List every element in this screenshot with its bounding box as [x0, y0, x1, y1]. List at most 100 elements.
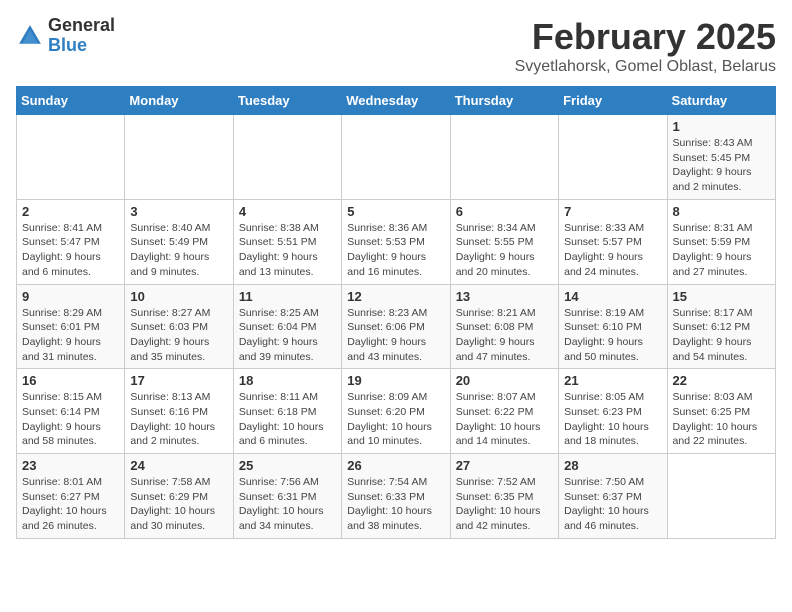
day-info: Sunrise: 8:21 AM Sunset: 6:08 PM Dayligh… [456, 306, 553, 365]
day-number: 2 [22, 204, 119, 219]
calendar-cell: 15 Sunrise: 8:17 AM Sunset: 6:12 PM Dayli… [667, 284, 775, 369]
calendar-cell [233, 115, 341, 200]
calendar-body: 1 Sunrise: 8:43 AM Sunset: 5:45 PM Daylig… [17, 115, 776, 539]
day-info: Sunrise: 8:01 AM Sunset: 6:27 PM Dayligh… [22, 475, 119, 534]
weekday-wednesday: Wednesday [342, 87, 450, 115]
calendar-cell: 3Sunrise: 8:40 AM Sunset: 5:49 PM Daylig… [125, 199, 233, 284]
day-info: Sunrise: 8:07 AM Sunset: 6:22 PM Dayligh… [456, 390, 553, 449]
calendar-cell: 6 Sunrise: 8:34 AM Sunset: 5:55 PM Daylig… [450, 199, 558, 284]
day-number: 25 [239, 458, 336, 473]
page-title: February 2025 [515, 16, 776, 58]
day-info: Sunrise: 8:19 AM Sunset: 6:10 PM Dayligh… [564, 306, 661, 365]
calendar-cell: 18 Sunrise: 8:11 AM Sunset: 6:18 PM Dayli… [233, 369, 341, 454]
logo-blue: Blue [48, 36, 115, 56]
calendar-cell: 19Sunrise: 8:09 AM Sunset: 6:20 PM Dayli… [342, 369, 450, 454]
weekday-friday: Friday [559, 87, 667, 115]
day-info: Sunrise: 7:54 AM Sunset: 6:33 PM Dayligh… [347, 475, 444, 534]
day-number: 18 [239, 373, 336, 388]
calendar-cell: 20 Sunrise: 8:07 AM Sunset: 6:22 PM Dayli… [450, 369, 558, 454]
logo-general: General [48, 16, 115, 36]
day-number: 17 [130, 373, 227, 388]
day-number: 12 [347, 289, 444, 304]
calendar-week-1: 1 Sunrise: 8:43 AM Sunset: 5:45 PM Daylig… [17, 115, 776, 200]
calendar-cell: 4Sunrise: 8:38 AM Sunset: 5:51 PM Daylig… [233, 199, 341, 284]
logo-text: General Blue [48, 16, 115, 56]
calendar-header: SundayMondayTuesdayWednesdayThursdayFrid… [17, 87, 776, 115]
day-number: 3 [130, 204, 227, 219]
calendar-cell: 21Sunrise: 8:05 AM Sunset: 6:23 PM Dayli… [559, 369, 667, 454]
weekday-thursday: Thursday [450, 87, 558, 115]
day-info: Sunrise: 7:58 AM Sunset: 6:29 PM Dayligh… [130, 475, 227, 534]
day-info: Sunrise: 8:36 AM Sunset: 5:53 PM Dayligh… [347, 221, 444, 280]
logo: General Blue [16, 16, 115, 56]
day-info: Sunrise: 8:13 AM Sunset: 6:16 PM Dayligh… [130, 390, 227, 449]
day-info: Sunrise: 8:38 AM Sunset: 5:51 PM Dayligh… [239, 221, 336, 280]
day-number: 22 [673, 373, 770, 388]
day-info: Sunrise: 7:56 AM Sunset: 6:31 PM Dayligh… [239, 475, 336, 534]
calendar-week-5: 23 Sunrise: 8:01 AM Sunset: 6:27 PM Dayli… [17, 454, 776, 539]
day-info: Sunrise: 7:52 AM Sunset: 6:35 PM Dayligh… [456, 475, 553, 534]
calendar-week-2: 2 Sunrise: 8:41 AM Sunset: 5:47 PM Daylig… [17, 199, 776, 284]
calendar-cell [17, 115, 125, 200]
day-number: 14 [564, 289, 661, 304]
title-block: February 2025 Svyetlahorsk, Gomel Oblast… [515, 16, 776, 76]
calendar-week-3: 9Sunrise: 8:29 AM Sunset: 6:01 PM Daylig… [17, 284, 776, 369]
page-subtitle: Svyetlahorsk, Gomel Oblast, Belarus [515, 58, 776, 76]
day-number: 26 [347, 458, 444, 473]
calendar-cell: 12Sunrise: 8:23 AM Sunset: 6:06 PM Dayli… [342, 284, 450, 369]
calendar-cell [450, 115, 558, 200]
day-number: 7 [564, 204, 661, 219]
day-number: 15 [673, 289, 770, 304]
day-number: 6 [456, 204, 553, 219]
day-info: Sunrise: 8:17 AM Sunset: 6:12 PM Dayligh… [673, 306, 770, 365]
calendar-cell: 26 Sunrise: 7:54 AM Sunset: 6:33 PM Dayli… [342, 454, 450, 539]
day-number: 1 [673, 119, 770, 134]
day-number: 23 [22, 458, 119, 473]
calendar-cell [342, 115, 450, 200]
day-info: Sunrise: 8:31 AM Sunset: 5:59 PM Dayligh… [673, 221, 770, 280]
calendar-cell: 1 Sunrise: 8:43 AM Sunset: 5:45 PM Daylig… [667, 115, 775, 200]
day-info: Sunrise: 8:41 AM Sunset: 5:47 PM Dayligh… [22, 221, 119, 280]
weekday-row: SundayMondayTuesdayWednesdayThursdayFrid… [17, 87, 776, 115]
day-info: Sunrise: 8:43 AM Sunset: 5:45 PM Dayligh… [673, 136, 770, 195]
day-info: Sunrise: 8:33 AM Sunset: 5:57 PM Dayligh… [564, 221, 661, 280]
calendar-cell [667, 454, 775, 539]
day-number: 27 [456, 458, 553, 473]
weekday-sunday: Sunday [17, 87, 125, 115]
calendar-cell: 22Sunrise: 8:03 AM Sunset: 6:25 PM Dayli… [667, 369, 775, 454]
day-info: Sunrise: 8:15 AM Sunset: 6:14 PM Dayligh… [22, 390, 119, 449]
day-number: 21 [564, 373, 661, 388]
day-info: Sunrise: 8:34 AM Sunset: 5:55 PM Dayligh… [456, 221, 553, 280]
page-header: General Blue February 2025 Svyetlahorsk,… [16, 16, 776, 76]
day-number: 8 [673, 204, 770, 219]
day-number: 10 [130, 289, 227, 304]
calendar-cell: 27 Sunrise: 7:52 AM Sunset: 6:35 PM Dayli… [450, 454, 558, 539]
calendar-cell: 17 Sunrise: 8:13 AM Sunset: 6:16 PM Dayli… [125, 369, 233, 454]
calendar-cell: 24 Sunrise: 7:58 AM Sunset: 6:29 PM Dayli… [125, 454, 233, 539]
day-number: 20 [456, 373, 553, 388]
day-info: Sunrise: 8:27 AM Sunset: 6:03 PM Dayligh… [130, 306, 227, 365]
day-number: 24 [130, 458, 227, 473]
day-info: Sunrise: 7:50 AM Sunset: 6:37 PM Dayligh… [564, 475, 661, 534]
calendar-cell: 8 Sunrise: 8:31 AM Sunset: 5:59 PM Daylig… [667, 199, 775, 284]
calendar-cell: 7 Sunrise: 8:33 AM Sunset: 5:57 PM Daylig… [559, 199, 667, 284]
calendar-cell: 16Sunrise: 8:15 AM Sunset: 6:14 PM Dayli… [17, 369, 125, 454]
day-info: Sunrise: 8:11 AM Sunset: 6:18 PM Dayligh… [239, 390, 336, 449]
day-info: Sunrise: 8:09 AM Sunset: 6:20 PM Dayligh… [347, 390, 444, 449]
day-info: Sunrise: 8:25 AM Sunset: 6:04 PM Dayligh… [239, 306, 336, 365]
weekday-saturday: Saturday [667, 87, 775, 115]
day-info: Sunrise: 8:29 AM Sunset: 6:01 PM Dayligh… [22, 306, 119, 365]
calendar-cell: 9Sunrise: 8:29 AM Sunset: 6:01 PM Daylig… [17, 284, 125, 369]
calendar-cell: 13 Sunrise: 8:21 AM Sunset: 6:08 PM Dayli… [450, 284, 558, 369]
calendar-cell [559, 115, 667, 200]
calendar-table: SundayMondayTuesdayWednesdayThursdayFrid… [16, 86, 776, 539]
calendar-cell: 11Sunrise: 8:25 AM Sunset: 6:04 PM Dayli… [233, 284, 341, 369]
calendar-cell [125, 115, 233, 200]
day-number: 28 [564, 458, 661, 473]
calendar-cell: 25 Sunrise: 7:56 AM Sunset: 6:31 PM Dayli… [233, 454, 341, 539]
day-number: 13 [456, 289, 553, 304]
day-number: 5 [347, 204, 444, 219]
calendar-cell: 14 Sunrise: 8:19 AM Sunset: 6:10 PM Dayli… [559, 284, 667, 369]
calendar-cell: 2 Sunrise: 8:41 AM Sunset: 5:47 PM Daylig… [17, 199, 125, 284]
weekday-tuesday: Tuesday [233, 87, 341, 115]
